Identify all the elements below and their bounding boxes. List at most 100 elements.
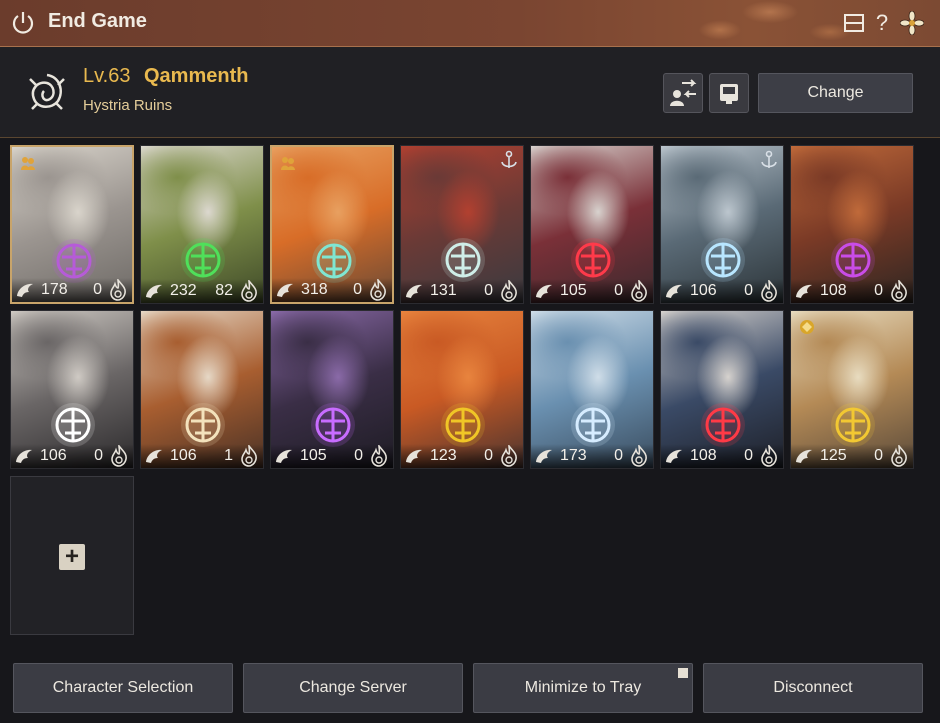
- secondary-value: 0: [93, 281, 102, 298]
- character-card[interactable]: 106 1: [140, 310, 264, 469]
- wing-icon: [536, 284, 552, 298]
- character-stats: 318 0: [272, 278, 392, 302]
- wing-icon: [796, 284, 812, 298]
- help-icon[interactable]: ?: [869, 10, 895, 36]
- change-server-button[interactable]: Change Server: [243, 663, 463, 713]
- character-card[interactable]: 105 0: [530, 145, 654, 304]
- character-stats: 131 0: [401, 279, 523, 303]
- party-icon: [21, 157, 35, 170]
- secondary-value: 0: [744, 282, 753, 299]
- item-level-value: 123: [430, 447, 457, 464]
- flame-icon: [891, 445, 907, 467]
- gold-badge-icon: [800, 320, 814, 334]
- character-card[interactable]: 318 0: [270, 145, 394, 304]
- character-card[interactable]: 106 0: [10, 310, 134, 469]
- character-card[interactable]: 131 0: [400, 145, 524, 304]
- wing-icon: [666, 449, 682, 463]
- secondary-value: 0: [614, 282, 623, 299]
- item-level-value: 108: [690, 447, 717, 464]
- inbox-icon: [720, 84, 738, 104]
- swap-character-button[interactable]: [663, 73, 703, 113]
- item-level-value: 232: [170, 282, 197, 299]
- item-level-value: 318: [301, 281, 328, 298]
- flame-icon: [761, 445, 777, 467]
- party-icon: [281, 157, 295, 170]
- wing-icon: [406, 284, 422, 298]
- wing-icon: [796, 449, 812, 463]
- item-level-value: 106: [40, 447, 67, 464]
- character-stats: 232 82: [141, 279, 263, 303]
- secondary-value: 0: [354, 447, 363, 464]
- item-level-value: 178: [41, 281, 68, 298]
- item-level-value: 125: [820, 447, 847, 464]
- power-icon[interactable]: [10, 10, 36, 36]
- swap-users-icon: [670, 79, 697, 106]
- wing-icon: [666, 284, 682, 298]
- character-card[interactable]: 108 0: [660, 310, 784, 469]
- secondary-value: 0: [744, 447, 753, 464]
- wing-icon: [536, 449, 552, 463]
- character-header: Lv.63 Qammenth Hystria Ruins Change: [0, 47, 940, 138]
- window-layout-icon[interactable]: [841, 10, 867, 36]
- character-stats: 173 0: [531, 444, 653, 468]
- character-card[interactable]: 125 0: [790, 310, 914, 469]
- anchor-icon: [501, 150, 517, 168]
- minimize-to-tray-label: Minimize to Tray: [524, 679, 642, 696]
- character-card[interactable]: 173 0: [530, 310, 654, 469]
- item-level-value: 131: [430, 282, 457, 299]
- character-selection-button[interactable]: Character Selection: [13, 663, 233, 713]
- secondary-value: 0: [484, 447, 493, 464]
- external-window-icon: [678, 668, 688, 678]
- character-stats: 105 0: [531, 279, 653, 303]
- secondary-value: 0: [874, 282, 883, 299]
- flame-icon: [501, 280, 517, 302]
- character-stats: 106 0: [11, 444, 133, 468]
- character-card[interactable]: 178 0: [10, 145, 134, 304]
- flame-icon: [761, 280, 777, 302]
- character-card[interactable]: 108 0: [790, 145, 914, 304]
- anchor-icon: [761, 150, 777, 168]
- flame-icon: [110, 279, 126, 301]
- character-stats: 108 0: [661, 444, 783, 468]
- level-value: 63: [108, 65, 131, 87]
- wing-icon: [406, 449, 422, 463]
- disconnect-button[interactable]: Disconnect: [703, 663, 923, 713]
- flame-icon: [631, 445, 647, 467]
- window-title: End Game: [48, 10, 147, 32]
- wing-icon: [146, 449, 162, 463]
- character-name: Qammenth: [144, 65, 249, 87]
- character-card[interactable]: 105 0: [270, 310, 394, 469]
- change-button[interactable]: Change: [758, 73, 913, 113]
- character-stats: 106 0: [661, 279, 783, 303]
- secondary-value: 0: [874, 447, 883, 464]
- flame-icon: [501, 445, 517, 467]
- secondary-value: 0: [94, 447, 103, 464]
- flame-icon: [241, 445, 257, 467]
- wing-icon: [16, 449, 32, 463]
- flame-icon: [371, 445, 387, 467]
- wing-icon: [17, 283, 33, 297]
- flower-emblem-icon[interactable]: [899, 10, 925, 36]
- item-level-value: 173: [560, 447, 587, 464]
- item-level-value: 106: [690, 282, 717, 299]
- secondary-value: 1: [224, 447, 233, 464]
- flame-icon: [631, 280, 647, 302]
- add-character-slot[interactable]: +: [10, 476, 134, 635]
- secondary-value: 0: [614, 447, 623, 464]
- flame-icon: [370, 279, 386, 301]
- character-stats: 105 0: [271, 444, 393, 468]
- character-card[interactable]: 232 82: [140, 145, 264, 304]
- level-label: Lv.63: [83, 65, 130, 88]
- character-card[interactable]: 123 0: [400, 310, 524, 469]
- character-stats: 178 0: [12, 278, 132, 302]
- flame-icon: [241, 280, 257, 302]
- flame-icon: [891, 280, 907, 302]
- title-bar: End Game ?: [0, 0, 940, 47]
- character-card[interactable]: 106 0: [660, 145, 784, 304]
- flame-icon: [111, 445, 127, 467]
- plus-icon: +: [59, 544, 85, 570]
- tray-button[interactable]: [709, 73, 749, 113]
- location-name: Hystria Ruins: [83, 97, 173, 114]
- minimize-to-tray-button[interactable]: Minimize to Tray: [473, 663, 693, 713]
- item-level-value: 106: [170, 447, 197, 464]
